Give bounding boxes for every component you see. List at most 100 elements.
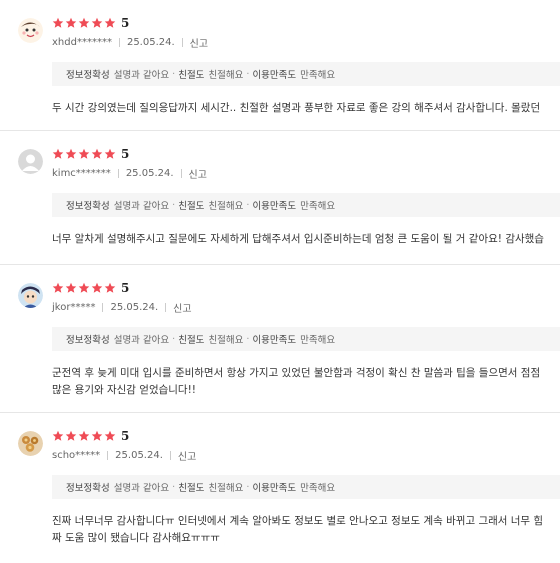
review-text: 진짜 너무너무 감사합니다ㅠ 인터넷에서 계속 알아봐도 정보도 별로 안나오고… [52,513,560,547]
review-text-line: 짜 도움 많이 됐습니다 감사해요ㅠㅠㅠ [52,532,220,544]
avatar [18,431,43,456]
tag-key: 친절도 [178,201,205,212]
star-icon [52,148,64,160]
divider [117,169,119,178]
tag-value: 만족해요 [300,483,336,494]
review-date: 25.05.24. [125,168,174,179]
divider [180,169,182,178]
review-text: 두 시간 강의였는데 질의응답까지 세시간.. 친절한 설명과 풍부한 자료로 … [52,100,560,117]
star-icon [104,282,116,294]
tag-separator: · [246,481,250,493]
star-rating [52,282,116,294]
review-tags: 정보정확성 설명과 같아요 · 친절도 친절해요 · 이용만족도 만족해요 [52,327,560,351]
review-item: 5 kimc******* 25.05.24. 신고 정보정확성 설명과 같아요 … [0,131,560,265]
star-icon [78,148,90,160]
divider [169,451,171,460]
tag-key: 정보정확성 [66,483,110,494]
divider [165,303,167,312]
report-link[interactable]: 신고 [190,35,208,50]
tag-separator: · [246,199,250,211]
star-icon [104,17,116,29]
tag-key: 친절도 [178,483,205,494]
star-icon [65,282,77,294]
tag-separator: · [172,481,176,493]
tag-value: 친절해요 [208,483,244,494]
username: jkor***** [52,302,96,313]
review-date: 25.05.24. [115,450,163,461]
review-tags: 정보정확성 설명과 같아요 · 친절도 친절해요 · 이용만족도 만족해요 [52,62,560,86]
tag-separator: · [246,333,250,345]
tag-separator: · [172,199,176,211]
star-icon [91,430,103,442]
rating-score: 5 [121,281,130,295]
tag-separator: · [172,68,176,80]
tag-separator: · [172,333,176,345]
review-text-line: 너무 알차게 설명해주시고 질문에도 자세하게 답해주셔서 입시준비하는데 엄청… [52,233,544,245]
avatar [18,149,43,174]
star-icon [104,148,116,160]
star-icon [52,17,64,29]
star-icon [52,282,64,294]
tag-value: 설명과 같아요 [113,70,170,81]
review-date: 25.05.24. [110,302,159,313]
tag-key: 이용만족도 [252,483,297,494]
divider [107,451,109,460]
tag-key: 이용만족도 [252,201,297,212]
tag-separator: · [246,68,250,80]
tag-key: 정보정확성 [66,335,110,346]
review-tags: 정보정확성 설명과 같아요 · 친절도 친절해요 · 이용만족도 만족해요 [52,475,560,499]
review-text-line: 군전역 후 늦게 미대 입시를 준비하면서 항상 가지고 있었던 불안함과 걱정… [52,367,541,379]
star-icon [104,430,116,442]
username: scho***** [52,450,101,461]
tag-value: 설명과 같아요 [113,335,170,346]
avatar [18,283,43,308]
username: kimc******* [52,168,111,179]
rating-score: 5 [121,147,130,161]
tag-key: 친절도 [178,70,205,81]
review-list: 5 xhdd******* 25.05.24. 신고 정보정확성 설명과 같아요 … [0,0,560,563]
star-rating [52,148,116,160]
star-icon [78,430,90,442]
star-icon [91,17,103,29]
star-icon [65,17,77,29]
review-item: 5 jkor***** 25.05.24. 신고 정보정확성 설명과 같아요 · … [0,265,560,413]
review-date: 25.05.24. [126,37,175,48]
rating-score: 5 [121,429,130,443]
review-tags: 정보정확성 설명과 같아요 · 친절도 친절해요 · 이용만족도 만족해요 [52,193,560,217]
star-icon [65,430,77,442]
divider [118,38,120,47]
tag-value: 만족해요 [300,201,336,212]
review-text-line: 진짜 너무너무 감사합니다ㅠ 인터넷에서 계속 알아봐도 정보도 별로 안나오고… [52,515,544,527]
tag-key: 이용만족도 [252,335,297,346]
tag-value: 만족해요 [300,335,336,346]
star-icon [52,430,64,442]
report-link[interactable]: 신고 [189,166,207,181]
tag-key: 이용만족도 [252,70,297,81]
divider [102,303,104,312]
username: xhdd******* [52,37,112,48]
report-link[interactable]: 신고 [178,448,196,463]
review-item: 5 scho***** 25.05.24. 신고 정보정확성 설명과 같아요 · … [0,413,560,563]
tag-key: 정보정확성 [66,70,110,81]
star-icon [78,282,90,294]
avatar [18,18,43,43]
report-link[interactable]: 신고 [173,300,191,315]
review-item: 5 xhdd******* 25.05.24. 신고 정보정확성 설명과 같아요 … [0,0,560,131]
star-icon [91,148,103,160]
rating-score: 5 [121,16,130,30]
review-text-line: 많은 용기와 자신감 얻었습니다!! [52,384,197,396]
divider [181,38,183,47]
review-text: 너무 알차게 설명해주시고 질문에도 자세하게 답해주셔서 입시준비하는데 엄청… [52,231,560,248]
tag-value: 친절해요 [208,70,244,81]
star-rating [52,17,116,29]
star-icon [65,148,77,160]
tag-key: 정보정확성 [66,201,110,212]
star-icon [91,282,103,294]
star-rating [52,430,116,442]
star-icon [78,17,90,29]
tag-value: 친절해요 [208,201,244,212]
tag-value: 설명과 같아요 [113,201,170,212]
tag-value: 친절해요 [208,335,244,346]
tag-value: 설명과 같아요 [113,483,170,494]
review-text: 군전역 후 늦게 미대 입시를 준비하면서 항상 가지고 있었던 불안함과 걱정… [52,365,560,399]
